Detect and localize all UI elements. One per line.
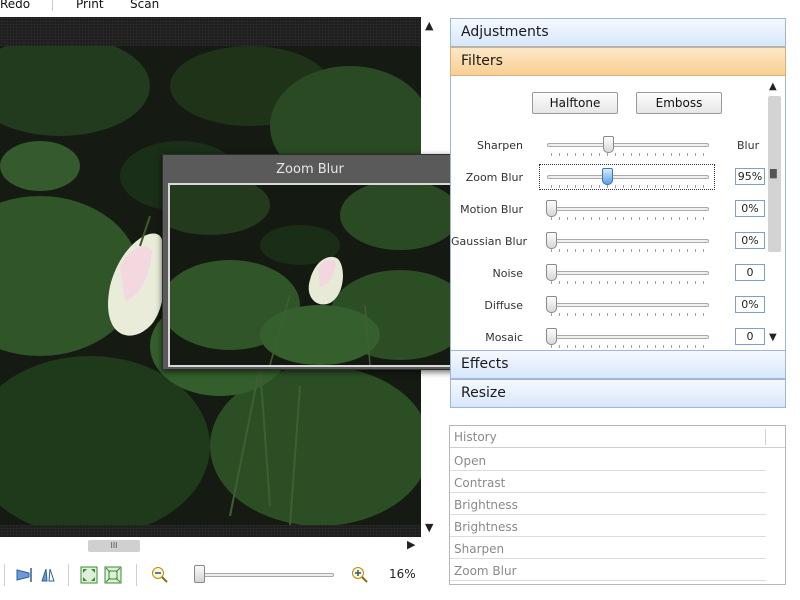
preview-photo [170,185,450,365]
filter-label: Mosaic [485,331,523,344]
slider-ticks [551,313,705,316]
history-header-label: History [454,430,497,444]
filter-label: Zoom Blur [465,171,523,184]
actual-size-icon[interactable] [104,566,122,584]
adjustments-header[interactable]: Adjustments [450,18,786,47]
menu-item-redo[interactable]: Redo [0,0,30,11]
emboss-button[interactable]: Emboss [636,92,722,114]
menu-bar: Redo Print Scan [0,0,440,12]
column-separator [765,429,766,445]
dialog-title: Zoom Blur [276,162,344,177]
filter-label: Diffuse [484,299,523,312]
flip-horizontal-icon[interactable] [15,566,33,584]
filter-label: Noise [492,267,523,280]
horizontal-scrollbar[interactable]: III ▶ [0,537,421,555]
filter-value-input[interactable]: 0% [735,200,765,217]
filter-row: Zoom Blur 95% [451,164,771,196]
slider-ticks [551,153,705,156]
menu-item-scan[interactable]: Scan [130,0,159,11]
filter-row: Noise 0 [451,260,771,292]
filter-slider-thumb[interactable] [546,328,557,345]
menu-separator [52,0,53,11]
zoom-blur-dialog[interactable]: Zoom Blur [162,154,458,370]
filter-slider-thumb[interactable] [603,136,615,153]
filter-slider-thumb[interactable] [546,232,557,249]
filter-value-text: Blur [737,139,760,152]
slider-ticks [551,185,705,188]
filter-slider-track[interactable] [547,175,709,179]
filter-slider-thumb[interactable] [546,296,557,313]
filter-row: Gaussian Blur 0% [451,228,771,260]
fit-to-window-icon[interactable] [80,566,98,584]
resize-header[interactable]: Resize [450,379,786,408]
filter-slider-track[interactable] [547,271,709,275]
filter-row: Motion Blur 0% [451,196,771,228]
bottom-toolbar: 16% [0,558,440,594]
history-panel: History Open Contrast Brightness Brightness… [449,425,786,585]
slider-ticks [551,281,705,284]
history-item[interactable]: Brightness [450,515,766,537]
filter-row: Mosaic 0 [451,324,771,350]
halftone-button[interactable]: Halftone [532,92,618,114]
filters-panel: Halftone Emboss Sharpen Blur Zoom Blur 95% M… [450,76,786,350]
zoom-slider-track[interactable] [194,573,334,577]
filter-label: Sharpen [477,139,523,152]
menu-item-print[interactable]: Print [76,0,104,11]
filter-label: Gaussian Blur [451,235,528,248]
horizontal-scroll-thumb[interactable]: III [88,540,140,552]
filter-row: Sharpen Blur [451,132,771,164]
filter-value-input[interactable]: 0 [735,264,765,281]
filter-slider-thumb[interactable] [601,168,613,185]
zoom-out-icon[interactable] [151,566,169,584]
filter-value-input[interactable]: 0% [735,232,765,249]
toolbar-separator [4,564,5,586]
filters-scrollbar[interactable]: ▲ ▬ ▬ ▬ ▼ [766,80,782,346]
history-header: History [450,426,785,448]
filter-label: Motion Blur [460,203,523,216]
toolbar-separator [136,564,137,586]
filter-row: Diffuse 0% [451,292,771,324]
filters-header[interactable]: Filters [450,47,786,76]
zoom-in-icon[interactable] [351,566,369,584]
filter-slider-track[interactable] [547,335,709,339]
filter-value-input[interactable]: 0 [735,328,765,345]
filter-slider-thumb[interactable] [546,200,557,217]
scroll-down-icon[interactable]: ▼ [425,521,433,534]
slider-ticks [551,249,705,252]
filter-slider-track[interactable] [547,143,709,147]
flip-vertical-icon[interactable] [39,566,57,584]
history-item[interactable]: Contrast [450,471,766,493]
zoom-slider-thumb[interactable] [194,565,206,583]
history-item[interactable]: Zoom Blur [450,559,766,581]
filter-slider-track[interactable] [547,303,709,307]
filter-value-input[interactable]: 0% [735,296,765,313]
toolbar-separator [68,564,69,586]
scroll-down-icon[interactable]: ▼ [769,332,777,343]
scroll-right-icon[interactable]: ▶ [407,538,415,551]
zoom-level-label: 16% [389,567,416,581]
filter-value-input[interactable]: 95% [735,168,765,185]
filter-slider-thumb[interactable] [546,264,557,281]
scroll-up-icon[interactable]: ▲ [425,19,433,32]
history-item[interactable]: Open [450,449,766,471]
filter-slider-track[interactable] [547,239,709,243]
slider-ticks [551,217,705,220]
effects-header[interactable]: Effects [450,350,786,379]
history-item[interactable]: Brightness [450,493,766,515]
slider-ticks [551,345,705,348]
filter-slider-track[interactable] [547,207,709,211]
scroll-grip-icon: ▬ ▬ ▬ [769,166,778,182]
history-item[interactable]: Sharpen [450,537,766,559]
scroll-up-icon[interactable]: ▲ [769,81,777,92]
zoom-blur-preview [168,183,452,367]
